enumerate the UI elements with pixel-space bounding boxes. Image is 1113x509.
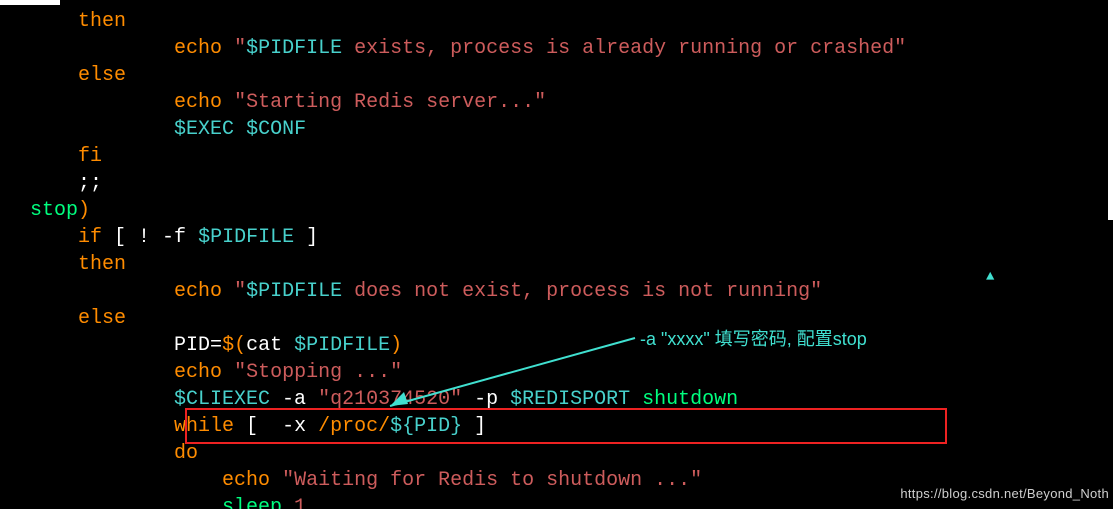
var-pidfile: $PIDFILE — [294, 334, 390, 357]
double-semicolon: ;; — [78, 172, 102, 195]
kw-echo: echo — [174, 37, 222, 60]
bracket-close: ] — [294, 226, 318, 249]
kw-echo: echo — [174, 280, 222, 303]
scroll-caret-icon: ▲ — [986, 264, 994, 291]
kw-do: do — [174, 442, 198, 465]
kw-if: if — [78, 226, 102, 249]
watermark-text: https://blog.csdn.net/Beyond_Noth — [900, 480, 1109, 507]
kw-echo: echo — [174, 361, 222, 384]
pid-assign: PID — [174, 334, 210, 357]
bracket-open: [ ! — [102, 226, 162, 249]
kw-fi: fi — [78, 145, 102, 168]
kw-else: else — [78, 307, 126, 330]
kw-echo: echo — [222, 469, 270, 492]
num-one: 1 — [294, 496, 306, 509]
annotation-arrow-icon — [380, 328, 640, 418]
kw-then: then — [78, 253, 126, 276]
str-exists: exists, process is already running or cr… — [342, 37, 906, 60]
var-exec: $EXEC — [174, 118, 234, 141]
annotation-label: -a "xxxx" 填写密码, 配置stop — [640, 326, 867, 353]
top-white-fragment — [0, 0, 60, 5]
str-open: " — [234, 280, 246, 303]
flag-f: -f — [162, 226, 186, 249]
kw-echo: echo — [174, 91, 222, 114]
kw-else: else — [78, 64, 126, 87]
code-screenshot: then echo "$PIDFILE exists, process is a… — [0, 0, 1113, 509]
eq: = — [210, 334, 222, 357]
str-waiting: "Waiting for Redis to shutdown ..." — [282, 469, 702, 492]
var-pidfile: $PIDFILE — [246, 280, 342, 303]
paren: ) — [78, 199, 90, 222]
var-conf: $CONF — [246, 118, 306, 141]
var-pidfile: $PIDFILE — [246, 37, 342, 60]
str-open: " — [234, 37, 246, 60]
str-notexist: does not exist, process is not running" — [342, 280, 822, 303]
kw-then: then — [78, 10, 126, 33]
var-pidfile: $PIDFILE — [186, 226, 294, 249]
case-stop: stop — [30, 199, 78, 222]
cat: cat — [246, 334, 294, 357]
sub-open: $( — [222, 334, 246, 357]
str-starting: "Starting Redis server..." — [234, 91, 546, 114]
cmd-sleep: sleep — [222, 496, 294, 509]
str-stopping: "Stopping ..." — [234, 361, 402, 384]
